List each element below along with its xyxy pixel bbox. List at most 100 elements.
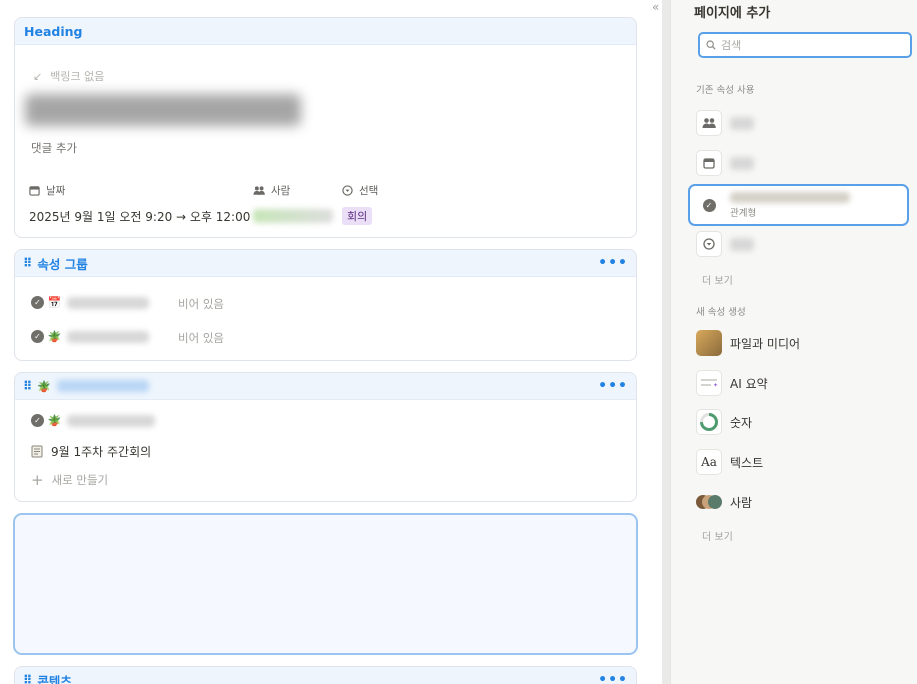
calendar-icon-box xyxy=(696,150,722,176)
show-more-existing[interactable]: 더 보기 xyxy=(702,272,733,287)
search-field[interactable] xyxy=(698,32,912,58)
property-group-row[interactable]: ✓ 🪴 xyxy=(31,330,149,343)
show-more-new[interactable]: 더 보기 xyxy=(702,528,733,543)
related-page-item[interactable]: 9월 1주차 주간회의 xyxy=(31,443,151,460)
panel-title: 페이지에 추가 xyxy=(694,6,771,21)
existing-section-label: 기존 속성 사용 xyxy=(696,85,755,96)
backlink-label: 백링크 없음 xyxy=(50,70,105,83)
more-options-icon[interactable]: ••• xyxy=(598,255,628,271)
search-icon xyxy=(706,40,716,50)
new-property-number[interactable]: 숫자 xyxy=(696,409,752,435)
property-name-redacted xyxy=(730,192,850,203)
backlink[interactable]: ↙ 백링크 없음 xyxy=(33,68,104,84)
property-people[interactable]: 사람 xyxy=(253,182,333,225)
calendar-icon xyxy=(29,185,40,196)
panel-resize-bar[interactable] xyxy=(662,0,670,684)
check-circle-icon: ✓ xyxy=(31,330,44,343)
person-redacted xyxy=(253,209,333,223)
drag-handle-icon[interactable]: ⠿ xyxy=(23,256,32,270)
select-tag[interactable]: 회의 xyxy=(342,207,373,225)
heading-card[interactable]: Heading ↙ 백링크 없음 댓글 추가 날짜 2025년 9월 1일 오전… xyxy=(14,17,637,238)
drag-handle-icon[interactable]: ⠿ xyxy=(23,379,32,393)
property-people-value[interactable] xyxy=(253,207,333,225)
check-circle-icon: ✓ xyxy=(31,296,44,309)
property-name-redacted xyxy=(730,237,754,251)
text-icon-glyph: Aa xyxy=(701,455,717,469)
new-property-ai-summary-label: AI 요약 xyxy=(730,376,768,391)
layout-canvas: Heading ↙ 백링크 없음 댓글 추가 날짜 2025년 9월 1일 오전… xyxy=(0,0,660,684)
property-group-row[interactable]: ✓ 📅 xyxy=(31,296,149,309)
property-row: 날짜 2025년 9월 1일 오전 9:20 → 오후 12:00 사람 선택 … xyxy=(29,182,626,230)
media-icon xyxy=(696,330,722,356)
people-icon xyxy=(702,118,716,128)
property-select-label: 선택 xyxy=(359,184,379,197)
plant-emoji-icon: 🪴 xyxy=(47,330,62,343)
existing-property-relation-content: ✓ 관계형 xyxy=(696,192,850,219)
check-circle-icon: ✓ xyxy=(31,414,44,427)
empty-block-selected[interactable] xyxy=(13,513,638,655)
related-page-title: 9월 1주차 주간회의 xyxy=(51,445,152,459)
drag-handle-icon[interactable]: ⠿ xyxy=(23,673,32,684)
property-date[interactable]: 날짜 2025년 9월 1일 오전 9:20 → 오후 12:00 xyxy=(29,182,250,225)
relation-card[interactable]: ⠿ 🪴 ••• ✓ 🪴 9월 1주차 주간회의 + 새로 만들기 xyxy=(14,372,637,502)
property-people-label: 사람 xyxy=(271,184,291,197)
empty-value[interactable]: 비어 있음 xyxy=(178,330,224,346)
collapse-panel-icon[interactable]: « xyxy=(652,0,659,14)
heading-card-title: Heading xyxy=(24,23,83,39)
number-ring-icon xyxy=(696,409,722,435)
page-title-redacted xyxy=(25,94,301,126)
page-icon xyxy=(31,445,43,458)
text-icon: Aa xyxy=(696,449,722,475)
relation-type-label: 관계형 xyxy=(730,208,757,219)
contents-card[interactable]: ⠿ 콘텐츠 ••• xyxy=(14,666,637,684)
property-name-redacted xyxy=(730,156,754,170)
new-property-text[interactable]: Aa 텍스트 xyxy=(696,449,763,475)
contents-card-title: 콘텐츠 xyxy=(37,673,72,684)
ai-summary-icon: ✦ xyxy=(696,370,722,396)
backlink-arrow-icon: ↙ xyxy=(33,69,43,83)
relation-card-header: ⠿ 🪴 ••• xyxy=(15,373,636,400)
new-property-people[interactable]: 사람 xyxy=(696,489,752,515)
calendar-emoji-icon: 📅 xyxy=(47,296,62,309)
svg-text:✦: ✦ xyxy=(713,382,718,388)
property-date-label: 날짜 xyxy=(46,184,66,197)
new-section-label: 새 속성 생성 xyxy=(696,307,746,318)
empty-value[interactable]: 비어 있음 xyxy=(178,296,224,312)
property-name-redacted xyxy=(67,330,149,343)
check-circle-icon: ✓ xyxy=(702,199,716,212)
new-property-media-label: 파일과 미디어 xyxy=(730,336,801,351)
more-options-icon[interactable]: ••• xyxy=(598,672,628,684)
contents-card-header: ⠿ 콘텐츠 ••• xyxy=(15,667,636,684)
people-icon-box xyxy=(696,110,722,136)
people-icon xyxy=(253,185,265,195)
plant-emoji-icon: 🪴 xyxy=(47,414,62,427)
new-property-ai-summary[interactable]: ✦ AI 요약 xyxy=(696,370,768,396)
existing-property-select[interactable] xyxy=(696,231,754,257)
select-icon xyxy=(342,184,353,196)
plus-icon: + xyxy=(31,471,44,489)
new-property-text-label: 텍스트 xyxy=(730,455,764,470)
more-options-icon[interactable]: ••• xyxy=(598,378,628,394)
select-icon-box xyxy=(696,231,722,257)
existing-property-date[interactable] xyxy=(696,150,754,176)
add-to-page-panel: 페이지에 추가 기존 속성 사용 ✓ 관계형 xyxy=(670,0,917,684)
new-item-button[interactable]: + 새로 만들기 xyxy=(31,471,108,489)
select-icon xyxy=(703,238,715,250)
new-property-media[interactable]: 파일과 미디어 xyxy=(696,330,800,356)
property-group-header: ⠿ 속성 그룹 ••• xyxy=(15,250,636,277)
add-comment-button[interactable]: 댓글 추가 xyxy=(31,140,77,156)
relation-title-redacted xyxy=(57,380,150,392)
people-avatars-icon xyxy=(696,489,722,515)
calendar-icon xyxy=(703,158,715,169)
property-group-card[interactable]: ⠿ 속성 그룹 ••• ✓ 📅 비어 있음 ✓ 🪴 비어 있음 xyxy=(14,249,637,361)
property-group-title: 속성 그룹 xyxy=(37,256,88,272)
existing-property-people[interactable] xyxy=(696,110,754,136)
relation-property-row[interactable]: ✓ 🪴 xyxy=(31,414,155,427)
app-root: Heading ↙ 백링크 없음 댓글 추가 날짜 2025년 9월 1일 오전… xyxy=(0,0,917,684)
property-date-value[interactable]: 2025년 9월 1일 오전 9:20 → 오후 12:00 xyxy=(29,207,250,225)
property-select[interactable]: 선택 회의 xyxy=(342,182,378,225)
new-property-number-label: 숫자 xyxy=(730,415,753,430)
new-property-people-label: 사람 xyxy=(730,495,753,510)
property-name-redacted xyxy=(67,296,149,309)
search-input[interactable] xyxy=(721,38,901,52)
